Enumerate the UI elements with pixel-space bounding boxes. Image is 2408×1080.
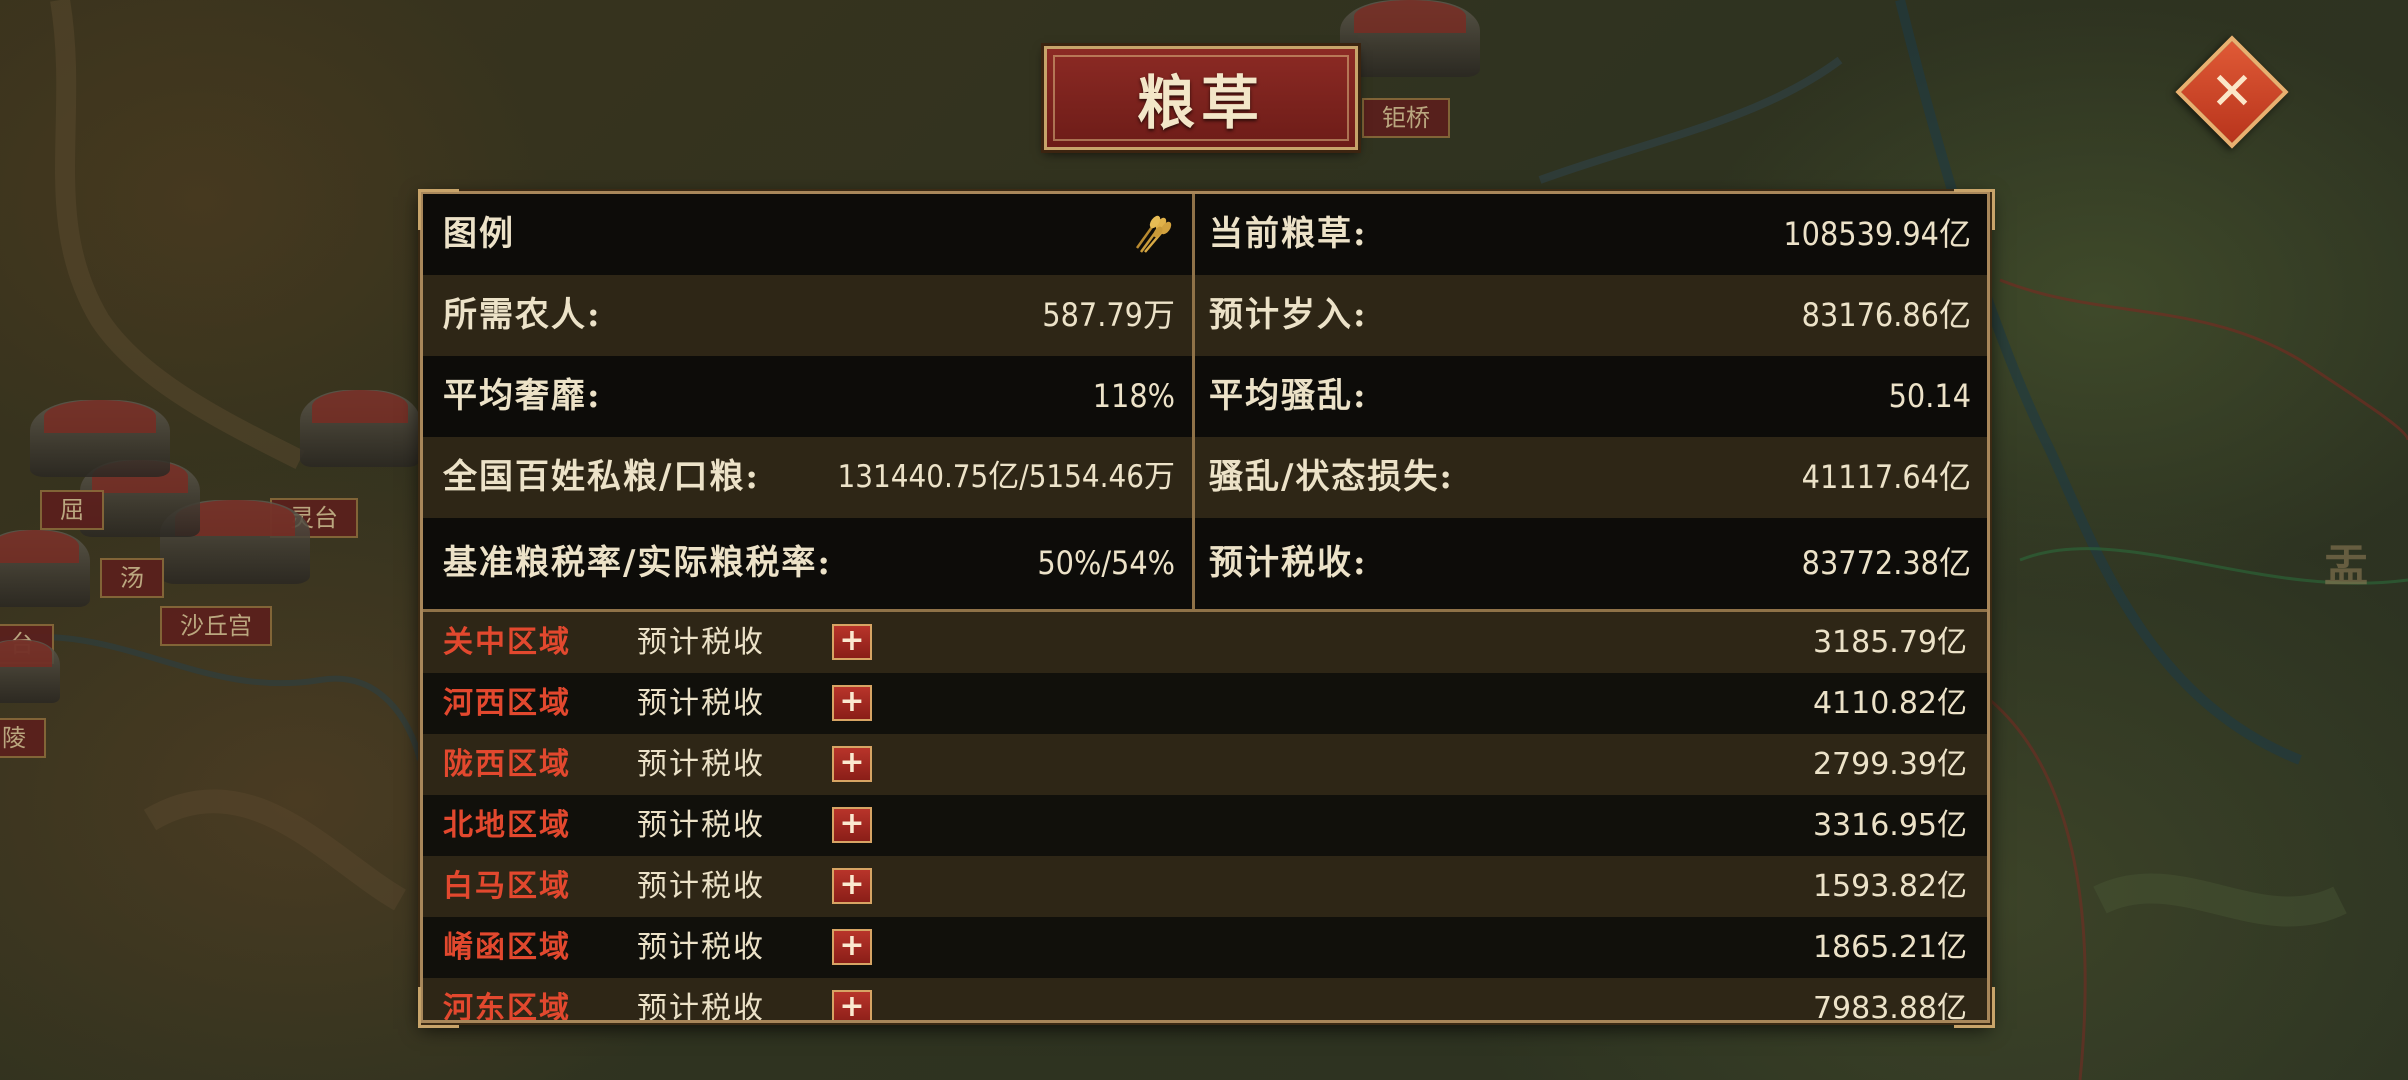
region-tax-label: 预计税收 [637,747,765,782]
region-row: 陇西区域 预计税收 + 2799.39亿 [423,734,1987,795]
stat-label: 预计岁入: [1209,295,1368,335]
map-label-qu[interactable]: 屈 [40,490,104,530]
region-tax-label: 预计税收 [637,686,765,721]
stat-value: 41117.64亿 [1801,458,1971,496]
region-name: 陇西区域 [443,747,571,782]
region-row: 北地区域 预计税收 + 3316.95亿 [423,795,1987,856]
region-tax-label: 预计税收 [637,625,765,660]
map-label-tang[interactable]: 汤 [100,558,164,598]
region-tax-value: 2799.39亿 [1812,747,1967,782]
region-row: 关中区域 预计税收 + 3185.79亿 [423,612,1987,673]
region-tax-label: 预计税收 [637,808,765,843]
stat-value: 131440.75亿/5154.46万 [837,459,1175,495]
region-name: 崤函区域 [443,930,571,965]
stat-label: 当前粮草: [1209,214,1368,254]
region-tax-list[interactable]: 关中区域 预计税收 + 3185.79亿 河西区域 预计税收 + 4110.82… [423,612,1987,1023]
stat-label: 所需农人: [443,295,602,335]
region-name: 河东区域 [443,991,571,1023]
stat-label: 骚乱/状态损失: [1209,457,1454,497]
region-tax-label: 预计税收 [637,869,765,904]
title-banner: 粮草 [1044,46,1358,150]
region-name: 北地区域 [443,808,571,843]
page-title: 粮草 [1136,69,1265,137]
stat-value: 587.79万 [1042,296,1175,334]
stat-label: 平均奢靡: [443,376,602,416]
stat-label: 预计税收: [1209,543,1368,583]
region-row: 白马区域 预计税收 + 1593.82亿 [423,856,1987,917]
expand-region-button[interactable]: + [832,868,872,904]
city-building[interactable] [300,390,420,500]
stat-value: 118% [1092,377,1175,415]
expand-region-button[interactable]: + [832,807,872,843]
region-row: 崤函区域 预计税收 + 1865.21亿 [423,917,1987,978]
expand-region-button[interactable]: + [832,929,872,965]
section-divider [423,609,1987,612]
region-tax-label: 预计税收 [637,991,765,1023]
stat-value: 83176.86亿 [1801,296,1971,334]
stats-row: 所需农人: 587.79万 预计岁入: 83176.86亿 [423,275,1987,356]
region-tax-value: 1593.82亿 [1812,869,1967,904]
wheat-icon[interactable] [1133,214,1175,256]
region-tax-value: 7983.88亿 [1812,991,1967,1023]
region-tax-value: 1865.21亿 [1812,930,1967,965]
region-tax-value: 3185.79亿 [1812,625,1967,660]
map-label-juqiao[interactable]: 钜桥 [1362,98,1450,138]
expand-region-button[interactable]: + [832,990,872,1020]
stat-value: 50.14 [1888,377,1971,415]
region-name: 河西区域 [443,686,571,721]
stat-label: 平均骚乱: [1209,376,1368,416]
stat-value: 50%/54% [1037,544,1175,582]
column-divider [1192,194,1195,609]
region-name: 白马区域 [443,869,571,904]
expand-region-button[interactable]: + [832,685,872,721]
stats-row: 平均奢靡: 118% 平均骚乱: 50.14 [423,356,1987,437]
expand-region-button[interactable]: + [832,624,872,660]
region-row: 河东区域 预计税收 + 7983.88亿 [423,978,1987,1023]
map-label-shaqiugong[interactable]: 沙丘宫 [160,606,272,646]
stat-value: 83772.38亿 [1801,544,1971,582]
stat-value: 108539.94亿 [1783,215,1971,253]
panel-corner-ornament [418,987,459,1028]
stat-label: 全国百姓私粮/口粮: [443,457,760,497]
stats-row: 图例 当前粮草: 108539.94亿 [423,194,1987,275]
palace-building[interactable] [1340,0,1480,110]
stats-table: 图例 当前粮草: 108539.94亿 所需农人: 587.79万 预计岁入: … [423,194,1987,609]
panel-corner-ornament [1954,987,1995,1028]
region-tax-value: 4110.82亿 [1812,686,1967,721]
stats-row: 全国百姓私粮/口粮: 131440.75亿/5154.46万 骚乱/状态损失: … [423,437,1987,518]
expand-region-button[interactable]: + [832,746,872,782]
region-tax-label: 预计税收 [637,930,765,965]
grain-panel: 图例 当前粮草: 108539.94亿 所需农人: 587.79万 预计岁入: … [420,191,1990,1023]
panel-corner-ornament [1954,189,1995,230]
region-tax-value: 3316.95亿 [1812,808,1967,843]
panel-corner-ornament [418,189,459,230]
region-row: 河西区域 预计税收 + 4110.82亿 [423,673,1987,734]
city-building[interactable] [0,640,60,730]
region-name: 关中区域 [443,625,571,660]
stats-row: 基准粮税率/实际粮税率: 50%/54% 预计税收: 83772.38亿 [423,518,1987,609]
close-icon[interactable]: ✕ [2192,52,2272,132]
map-region-name: 盂 [2324,541,2368,592]
map-label-ling[interactable]: 陵 [0,718,46,758]
stat-label: 基准粮税率/实际粮税率: [443,543,832,583]
